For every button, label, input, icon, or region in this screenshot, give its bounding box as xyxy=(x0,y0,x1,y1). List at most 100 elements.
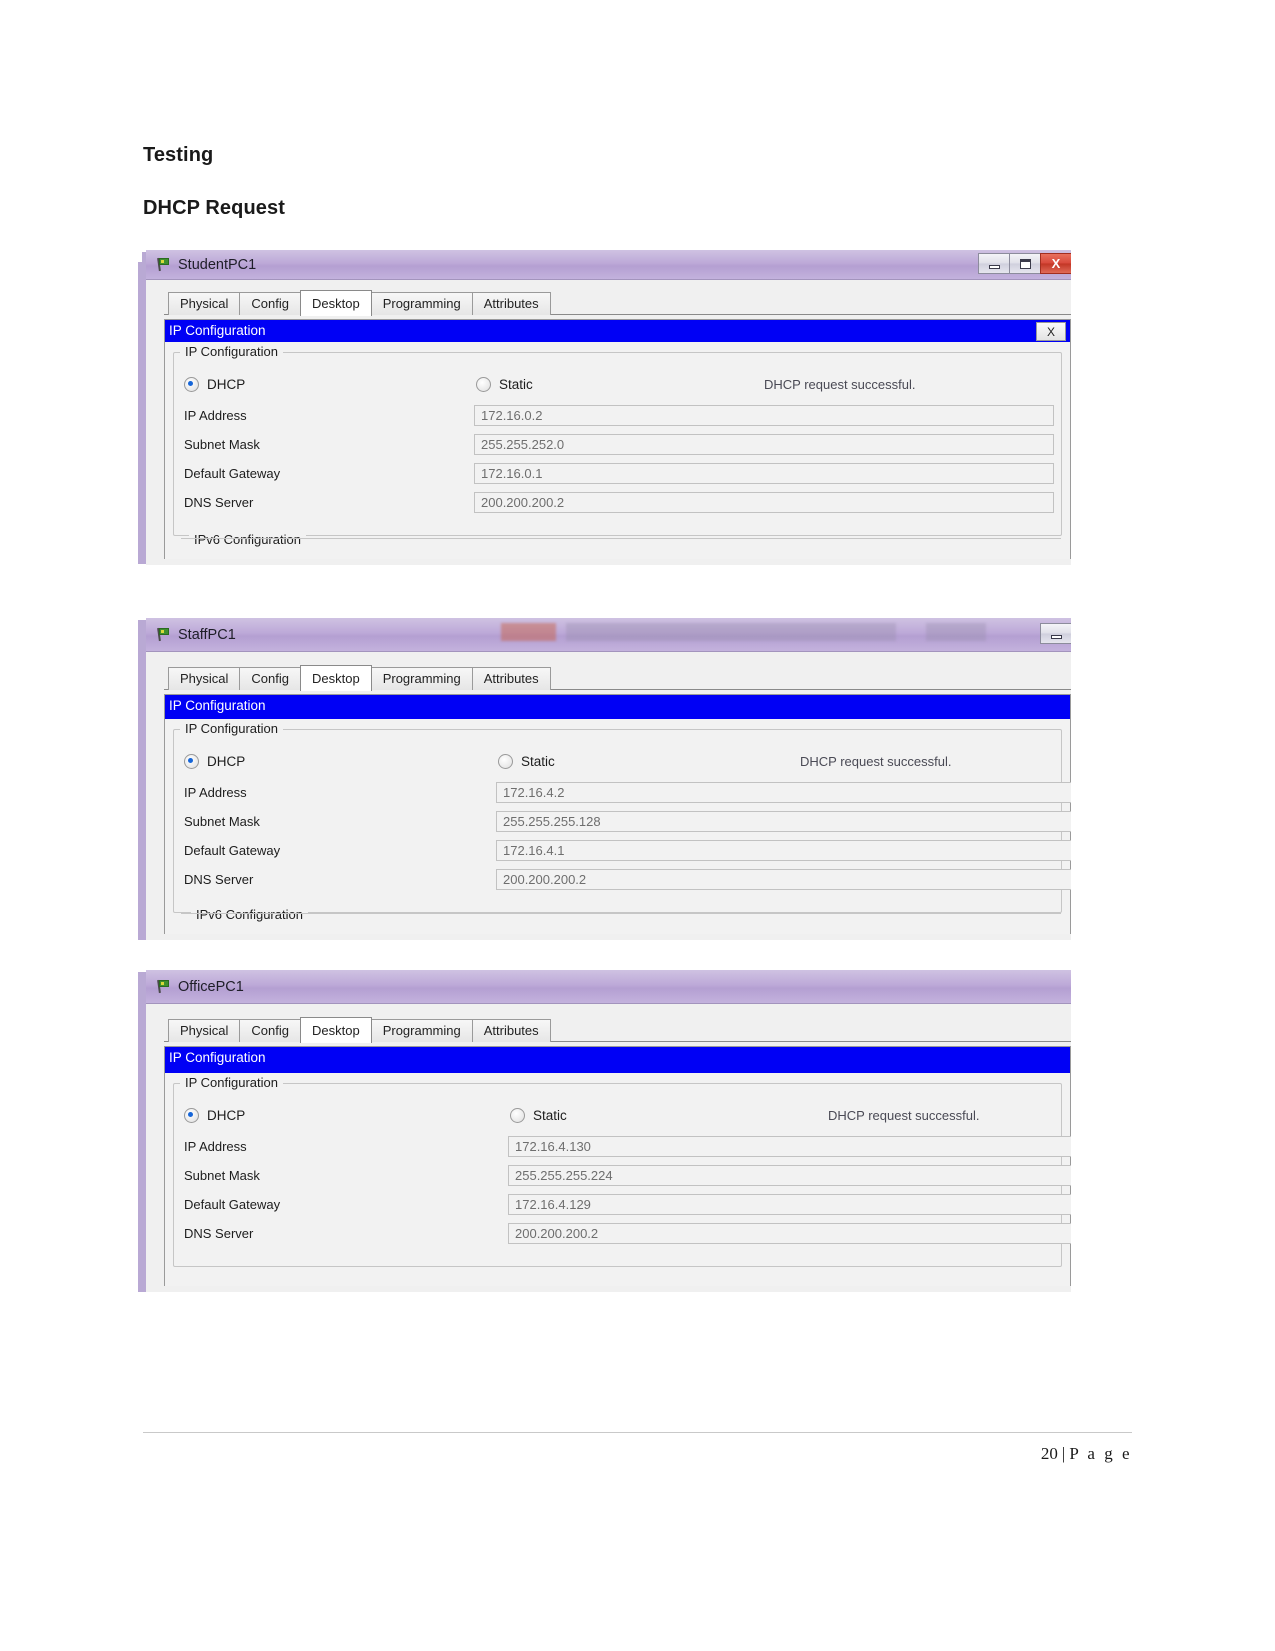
mode-selection-row: DHCP Static DHCP request successful. xyxy=(184,367,1051,401)
window3-desktop-panel: IP Configuration IP Configuration DHCP S… xyxy=(164,1046,1071,1286)
ip-configuration-group: IP Configuration DHCP Static DHCP reques… xyxy=(173,344,1062,536)
dns-server-label: DNS Server xyxy=(184,872,254,887)
ip-configuration-titlebar[interactable]: IP Configuration xyxy=(165,695,1070,719)
window1-controls[interactable]: X xyxy=(978,253,1071,275)
tab-programming[interactable]: Programming xyxy=(370,292,473,315)
static-radio[interactable] xyxy=(498,753,513,769)
ip-address-row: IP Address 172.16.4.2 xyxy=(184,778,1071,807)
tab-physical[interactable]: Physical xyxy=(168,1019,241,1042)
window2-titlebar[interactable]: StaffPC1 xyxy=(146,618,1071,652)
ip-address-row: IP Address 172.16.4.130 xyxy=(184,1132,1071,1161)
packet-tracer-window-staffpc1[interactable]: StaffPC1 Physical Config Desktop Program… xyxy=(146,618,1071,940)
tab-config[interactable]: Config xyxy=(239,667,301,690)
ip-configuration-group-legend: IP Configuration xyxy=(180,1075,283,1090)
dhcp-radio[interactable] xyxy=(184,376,199,392)
mode-selection-row: DHCP Static DHCP request successful. xyxy=(184,744,1051,778)
tab-attributes[interactable]: Attributes xyxy=(471,667,551,690)
ip-address-input[interactable]: 172.16.4.2 xyxy=(496,782,1071,803)
subnet-mask-input[interactable]: 255.255.255.128 xyxy=(496,811,1071,832)
tab-physical[interactable]: Physical xyxy=(168,292,241,315)
window3-tabstrip[interactable]: Physical Config Desktop Programming Attr… xyxy=(146,1016,1071,1043)
close-button[interactable]: X xyxy=(1040,253,1071,274)
window2-tabstrip[interactable]: Physical Config Desktop Programming Attr… xyxy=(146,664,1071,691)
ip-configuration-title: IP Configuration xyxy=(169,698,266,713)
window3-titlebar[interactable]: OfficePC1 xyxy=(146,970,1071,1004)
dhcp-status-message: DHCP request successful. xyxy=(764,376,916,392)
ip-address-input[interactable]: 172.16.0.2 xyxy=(474,405,1054,426)
tab-programming[interactable]: Programming xyxy=(370,1019,473,1042)
tab-desktop[interactable]: Desktop xyxy=(300,665,372,691)
tab-config[interactable]: Config xyxy=(239,1019,301,1042)
ipv6-group-rule xyxy=(181,538,1061,539)
footer-divider xyxy=(143,1432,1132,1433)
dhcp-radio-label: DHCP xyxy=(207,1107,246,1123)
dns-server-input[interactable]: 200.200.200.2 xyxy=(474,492,1054,513)
static-radio[interactable] xyxy=(476,376,491,392)
tab-config[interactable]: Config xyxy=(239,292,301,315)
default-gateway-label: Default Gateway xyxy=(184,1197,281,1212)
static-radio[interactable] xyxy=(510,1107,525,1123)
pc-device-icon xyxy=(156,627,171,642)
window3-title: OfficePC1 xyxy=(178,978,244,995)
dns-server-input[interactable]: 200.200.200.2 xyxy=(508,1223,1071,1244)
dhcp-radio-label: DHCP xyxy=(207,376,246,392)
window1-titlebar[interactable]: StudentPC1 X xyxy=(146,250,1071,280)
dhcp-radio[interactable] xyxy=(184,753,199,769)
ip-address-row: IP Address 172.16.0.2 xyxy=(184,401,1054,430)
subnet-mask-input[interactable]: 255.255.252.0 xyxy=(474,434,1054,455)
window1-gutter-highlight xyxy=(138,252,142,262)
tab-programming[interactable]: Programming xyxy=(370,667,473,690)
tab-physical[interactable]: Physical xyxy=(168,667,241,690)
footer-page-word: P a g e xyxy=(1069,1444,1132,1463)
dhcp-radio-label: DHCP xyxy=(207,753,246,769)
tab-attributes[interactable]: Attributes xyxy=(471,1019,551,1042)
packet-tracer-window-studentpc1[interactable]: StudentPC1 X Physical Config Desktop Pro… xyxy=(146,250,1071,565)
dns-server-input[interactable]: 200.200.200.2 xyxy=(496,869,1071,890)
default-gateway-label: Default Gateway xyxy=(184,466,281,481)
dhcp-radio[interactable] xyxy=(184,1107,199,1123)
default-gateway-row: Default Gateway 172.16.4.129 xyxy=(184,1190,1071,1219)
maximize-button[interactable] xyxy=(1009,253,1040,274)
tab-desktop[interactable]: Desktop xyxy=(300,290,372,316)
default-gateway-label: Default Gateway xyxy=(184,843,281,858)
default-gateway-row: Default Gateway 172.16.4.1 xyxy=(184,836,1071,865)
subnet-mask-label: Subnet Mask xyxy=(184,1168,260,1183)
window2-title: StaffPC1 xyxy=(178,626,236,643)
ip-configuration-group-legend: IP Configuration xyxy=(180,721,283,736)
static-radio-label: Static xyxy=(499,376,533,392)
footer-separator: | xyxy=(1061,1444,1066,1463)
tab-desktop[interactable]: Desktop xyxy=(300,1017,372,1043)
ip-configuration-titlebar[interactable]: IP Configuration xyxy=(165,1047,1070,1073)
default-gateway-row: Default Gateway 172.16.0.1 xyxy=(184,459,1054,488)
packet-tracer-window-officepc1[interactable]: OfficePC1 Physical Config Desktop Progra… xyxy=(146,970,1071,1292)
minimize-button[interactable] xyxy=(1040,623,1071,644)
ip-configuration-title: IP Configuration xyxy=(169,323,266,338)
ip-configuration-title: IP Configuration xyxy=(169,1050,266,1065)
default-gateway-input[interactable]: 172.16.4.1 xyxy=(496,840,1071,861)
minimize-button[interactable] xyxy=(978,253,1009,274)
ip-address-label: IP Address xyxy=(184,1139,247,1154)
dns-server-label: DNS Server xyxy=(184,495,254,510)
subnet-mask-label: Subnet Mask xyxy=(184,814,260,829)
subnet-mask-input[interactable]: 255.255.255.224 xyxy=(508,1165,1071,1186)
ip-configuration-close-button[interactable]: X xyxy=(1036,322,1066,341)
ip-address-input[interactable]: 172.16.4.130 xyxy=(508,1136,1071,1157)
ip-address-label: IP Address xyxy=(184,408,247,423)
dns-server-row: DNS Server 200.200.200.2 xyxy=(184,865,1071,894)
window1-tabstrip[interactable]: Physical Config Desktop Programming Attr… xyxy=(146,289,1071,316)
ip-configuration-titlebar[interactable]: IP Configuration X xyxy=(165,320,1070,342)
dhcp-status-message: DHCP request successful. xyxy=(800,753,952,769)
dns-server-row: DNS Server 200.200.200.2 xyxy=(184,1219,1071,1248)
ip-configuration-group: IP Configuration DHCP Static DHCP reques… xyxy=(173,1075,1071,1267)
ip-address-label: IP Address xyxy=(184,785,247,800)
default-gateway-input[interactable]: 172.16.0.1 xyxy=(474,463,1054,484)
tab-attributes[interactable]: Attributes xyxy=(471,292,551,315)
titlebar-artifact-tertiary xyxy=(926,623,986,641)
default-gateway-input[interactable]: 172.16.4.129 xyxy=(508,1194,1071,1215)
document-page: Testing DHCP Request StudentPC1 X Physic… xyxy=(0,0,1275,1651)
window1-desktop-panel: IP Configuration X IP Configuration DHCP… xyxy=(164,319,1071,559)
titlebar-artifact-secondary xyxy=(566,623,896,641)
window2-controls[interactable] xyxy=(1040,623,1071,645)
ipv6-group-rule xyxy=(181,913,1061,914)
ipv6-configuration-legend: IPv6 Configuration xyxy=(191,907,308,922)
